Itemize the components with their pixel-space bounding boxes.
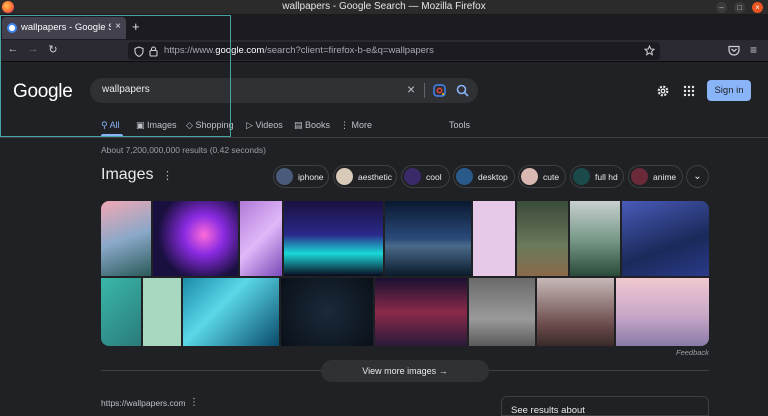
image-grid — [101, 201, 709, 346]
play-icon: ▷ — [246, 120, 253, 130]
chip-iphone[interactable]: iphone — [273, 165, 329, 188]
book-icon: ▤ — [294, 120, 303, 130]
google-lens-icon[interactable] — [433, 84, 446, 97]
tab-strip: wallpapers - Google Search × + — [0, 15, 768, 40]
tab-title: wallpapers - Google Search — [21, 22, 111, 33]
tag-icon: ◇ — [186, 120, 193, 130]
search-box[interactable]: wallpapers × — [90, 78, 478, 103]
back-button[interactable]: ← — [6, 43, 20, 55]
image-tile[interactable] — [517, 201, 568, 276]
image-tile[interactable] — [281, 278, 373, 346]
google-favicon-icon — [7, 23, 17, 33]
see-results-about-panel: See results about — [501, 396, 709, 416]
window-titlebar: wallpapers - Google Search — Mozilla Fir… — [0, 0, 768, 15]
url-text: https://www.google.com/search?client=fir… — [164, 45, 434, 56]
pocket-icon[interactable] — [728, 45, 740, 56]
tab-shopping[interactable]: ◇ Shopping — [186, 120, 233, 131]
tab-more[interactable]: ⋮ More — [340, 120, 372, 131]
image-tile[interactable] — [375, 278, 467, 346]
image-tile[interactable] — [385, 201, 471, 276]
tools-button[interactable]: Tools — [449, 120, 470, 130]
search-icon: ⚲ — [101, 120, 108, 130]
divider-right — [489, 370, 709, 371]
tab-close-icon[interactable]: × — [115, 21, 121, 32]
sign-in-button[interactable]: Sign in — [707, 80, 751, 101]
image-tile[interactable] — [183, 278, 279, 346]
chip-thumbnail — [404, 168, 421, 185]
forward-button[interactable]: → — [26, 43, 40, 55]
minimize-button[interactable]: – — [716, 2, 727, 13]
result-options-icon[interactable]: ⋮ — [189, 397, 199, 408]
divider-left — [101, 370, 321, 371]
image-tile[interactable] — [469, 278, 535, 346]
window-title: wallpapers - Google Search — Mozilla Fir… — [282, 1, 486, 12]
image-tile[interactable] — [570, 201, 620, 276]
image-tile[interactable] — [622, 201, 709, 276]
image-tile[interactable] — [101, 201, 151, 276]
close-window-button[interactable]: × — [752, 2, 763, 13]
tab-books[interactable]: ▤ Books — [294, 120, 330, 131]
clear-search-icon[interactable]: × — [407, 81, 415, 97]
menu-icon[interactable]: ≡ — [750, 43, 757, 57]
chip-thumbnail — [336, 168, 353, 185]
chip-full-hd[interactable]: full hd — [570, 165, 624, 188]
apps-grid-icon[interactable] — [683, 85, 695, 97]
chip-thumbnail — [521, 168, 538, 185]
feedback-link[interactable]: Feedback — [676, 348, 709, 357]
image-tile[interactable] — [240, 201, 282, 276]
settings-gear-icon[interactable] — [656, 84, 670, 98]
images-heading[interactable]: Images — [101, 166, 153, 184]
new-tab-button[interactable]: + — [132, 19, 140, 34]
chip-desktop[interactable]: desktop — [453, 165, 515, 188]
browser-tab[interactable]: wallpapers - Google Search × — [2, 17, 126, 39]
reload-button[interactable]: ↻ — [46, 43, 60, 56]
image-tile[interactable] — [101, 278, 141, 346]
chip-thumbnail — [276, 168, 293, 185]
arrow-right-icon: → — [438, 366, 448, 376]
tab-images[interactable]: ▣ Images — [136, 120, 177, 131]
image-tile[interactable] — [473, 201, 515, 276]
chip-cute[interactable]: cute — [518, 165, 566, 188]
image-tile[interactable] — [153, 201, 238, 276]
chip-aesthetic[interactable]: aesthetic — [333, 165, 397, 188]
view-more-images-button[interactable]: View more images → — [321, 360, 489, 382]
bookmark-star-icon[interactable] — [644, 45, 655, 56]
chip-thumbnail — [573, 168, 590, 185]
image-tile[interactable] — [143, 278, 181, 346]
search-input[interactable]: wallpapers — [102, 84, 150, 95]
chip-anime[interactable]: anime — [628, 165, 683, 188]
chips-expand-chevron-icon[interactable]: ⌄ — [686, 165, 709, 188]
lock-icon[interactable] — [149, 46, 158, 57]
maximize-button[interactable]: □ — [734, 2, 745, 13]
tracking-shield-icon[interactable] — [134, 46, 144, 57]
image-tile[interactable] — [284, 201, 383, 276]
chip-thumbnail — [631, 168, 648, 185]
search-divider — [424, 83, 425, 98]
image-tile[interactable] — [616, 278, 709, 346]
images-options-icon[interactable]: ⋮ — [162, 169, 173, 182]
image-tile[interactable] — [537, 278, 614, 346]
more-vert-icon: ⋮ — [340, 120, 349, 130]
tab-videos[interactable]: ▷ Videos — [246, 120, 283, 131]
result-site-url[interactable]: https://wallpapers.com — [101, 398, 186, 408]
tab-all[interactable]: ⚲ All — [101, 120, 120, 131]
navigation-bar: ← → ↻ https://www.google.com/search?clie… — [0, 40, 768, 62]
tabs-divider — [0, 137, 768, 138]
chip-cool[interactable]: cool — [401, 165, 450, 188]
search-icon[interactable] — [456, 84, 469, 97]
chip-thumbnail — [456, 168, 473, 185]
google-logo[interactable]: Google — [13, 81, 73, 103]
image-icon: ▣ — [136, 120, 145, 130]
url-bar[interactable]: https://www.google.com/search?client=fir… — [128, 42, 660, 60]
results-count: About 7,200,000,000 results (0.42 second… — [101, 145, 266, 155]
